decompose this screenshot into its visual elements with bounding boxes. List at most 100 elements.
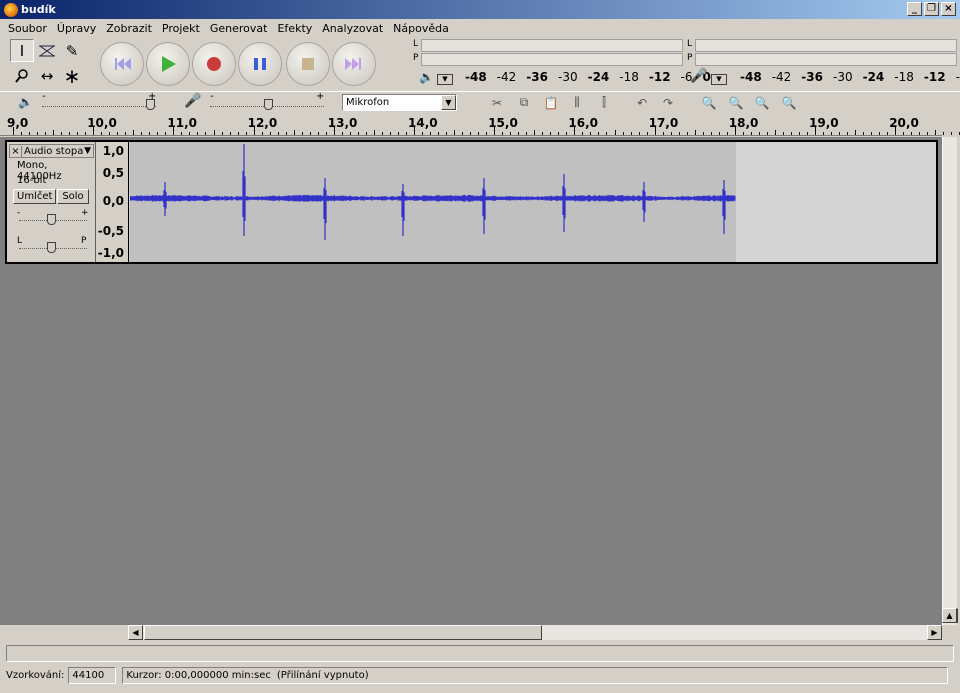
zoom-in-icon[interactable]: 🔍 — [698, 93, 720, 112]
cut-icon[interactable]: ✂ — [486, 93, 508, 112]
input-source-select[interactable]: Mikrofon ▼ — [342, 94, 457, 111]
ruler-tick — [470, 132, 472, 135]
play-meter-left[interactable] — [421, 39, 683, 52]
play-meter-right[interactable] — [421, 53, 683, 66]
skip-end-button[interactable] — [332, 42, 376, 86]
ruler-tick — [694, 130, 696, 135]
rec-meter-right[interactable] — [695, 53, 957, 66]
draw-tool-icon[interactable]: ✎ — [60, 39, 84, 62]
track-menu-icon[interactable]: ▼ — [84, 146, 93, 156]
ruler-tick — [69, 132, 71, 135]
scroll-right-icon[interactable]: ▶ — [927, 625, 942, 640]
input-volume-slider[interactable]: - + — [210, 91, 324, 110]
status-bar: Vzorkování: 44100 Kurzor: 0:00,000000 mi… — [0, 665, 960, 685]
menu-upravy[interactable]: Úpravy — [52, 22, 101, 35]
skip-start-button[interactable] — [100, 42, 144, 86]
fit-selection-icon[interactable]: 🔍 — [751, 93, 773, 112]
silence-icon[interactable]: ⫿ — [593, 93, 615, 112]
pan-slider-thumb[interactable] — [47, 242, 56, 253]
speaker-meter-icon[interactable]: 🔈 — [419, 70, 434, 84]
horizontal-scroll-thumb[interactable] — [144, 625, 542, 640]
meter-scale-label: -24 — [587, 70, 610, 84]
menu-zobrazit[interactable]: Zobrazit — [101, 22, 157, 35]
menu-analyzovat[interactable]: Analyzovat — [317, 22, 388, 35]
output-volume-slider[interactable]: - + — [42, 91, 156, 110]
record-button[interactable] — [192, 42, 236, 86]
restore-button[interactable]: ❐ — [924, 2, 939, 16]
ruler-tick — [734, 127, 736, 135]
ruler-tick — [526, 132, 528, 135]
ruler-tick — [815, 127, 816, 135]
vertical-scrollbar[interactable]: ▼ — [942, 137, 958, 625]
rec-meter-right-label: P — [687, 53, 693, 63]
play-button[interactable] — [146, 42, 190, 86]
rec-meter-left[interactable] — [695, 39, 957, 52]
zoom-tool-icon[interactable] — [10, 64, 34, 87]
gain-max: + — [81, 208, 89, 218]
gain-slider-thumb[interactable] — [47, 214, 56, 225]
ruler-tick — [414, 127, 415, 135]
menu-efekty[interactable]: Efekty — [272, 22, 317, 35]
track-control-panel: × Audio stopa ▼ Mono, 44100Hz 16-bit Uml… — [7, 142, 96, 262]
ruler-tick — [405, 132, 407, 135]
selection-tool-icon[interactable]: I — [10, 39, 34, 62]
ruler-tick — [85, 132, 87, 135]
fit-project-icon[interactable]: 🔍 — [778, 93, 800, 112]
horizontal-scrollbar[interactable]: ◀ ▶ — [128, 625, 942, 640]
close-button[interactable]: × — [941, 2, 956, 16]
timeline-ruler[interactable]: 9,0 10,0 11,0 12,0 13,0 14,0 15,0 16,0 17,0 18,0 1… — [0, 116, 960, 136]
ruler-tick — [935, 130, 937, 135]
pause-button[interactable] — [238, 42, 282, 86]
stop-button[interactable] — [286, 42, 330, 86]
selection-bar — [6, 645, 954, 662]
ruler-tick — [133, 130, 135, 135]
ruler-tick — [157, 132, 159, 135]
ruler-tick — [341, 132, 343, 135]
mic-meter-icon[interactable]: 🎤 — [690, 68, 707, 84]
meter-scale-label: -42 — [496, 70, 517, 84]
copy-icon[interactable]: ⧉ — [513, 93, 535, 112]
menu-generovat[interactable]: Generovat — [205, 22, 273, 35]
timeshift-tool-icon[interactable]: ↔ — [35, 64, 59, 87]
rate-field[interactable]: 44100 — [68, 666, 117, 684]
play-meter-menu-icon[interactable]: ▼ — [437, 74, 453, 85]
scroll-up-icon[interactable]: ▲ — [942, 608, 957, 623]
play-icon — [162, 56, 176, 72]
input-slider-thumb[interactable] — [264, 99, 273, 110]
waveform-spike — [562, 174, 566, 232]
paste-icon[interactable]: 📋 — [540, 93, 562, 112]
menu-napoveda[interactable]: Nápověda — [388, 22, 454, 35]
tools-toolbar: I ✎ ↔ ∗ — [8, 39, 86, 89]
ruler-tick — [357, 132, 359, 135]
solo-button[interactable]: Solo — [57, 189, 89, 204]
trim-icon[interactable]: ⫼ — [566, 93, 588, 112]
track-name-menu[interactable]: × Audio stopa ▼ — [9, 144, 94, 158]
waveform-display[interactable] — [129, 142, 736, 262]
amplitude-label: -1,0 — [97, 246, 124, 260]
zoom-out-icon[interactable]: 🔍 — [725, 93, 747, 112]
output-slider-thumb[interactable] — [146, 99, 155, 110]
envelope-tool-icon[interactable] — [35, 39, 59, 62]
ruler-tick — [462, 132, 464, 135]
stop-icon — [302, 58, 314, 70]
undo-icon[interactable]: ↶ — [631, 93, 653, 112]
ruler-tick — [919, 132, 921, 135]
meter-scale-label: -6 — [955, 70, 960, 84]
ruler-tick — [702, 132, 704, 135]
redo-icon[interactable]: ↷ — [657, 93, 679, 112]
multi-tool-icon[interactable]: ∗ — [60, 64, 84, 88]
ruler-tick — [309, 132, 311, 135]
ruler-tick — [181, 132, 183, 135]
output-slider-min: - — [42, 91, 46, 102]
menu-projekt[interactable]: Projekt — [157, 22, 205, 35]
minimize-button[interactable]: _ — [907, 2, 922, 16]
track-empty-region[interactable] — [736, 142, 936, 262]
track-close-icon[interactable]: × — [10, 145, 22, 157]
rec-meter-menu-icon[interactable]: ▼ — [711, 74, 727, 85]
ruler-tick — [670, 132, 672, 135]
scroll-left-icon[interactable]: ◀ — [128, 625, 143, 640]
mute-button[interactable]: Umlčet — [13, 189, 57, 204]
ruler-tick — [502, 132, 504, 135]
input-source-dropdown-icon[interactable]: ▼ — [441, 95, 456, 110]
menu-soubor[interactable]: Soubor — [3, 22, 52, 35]
